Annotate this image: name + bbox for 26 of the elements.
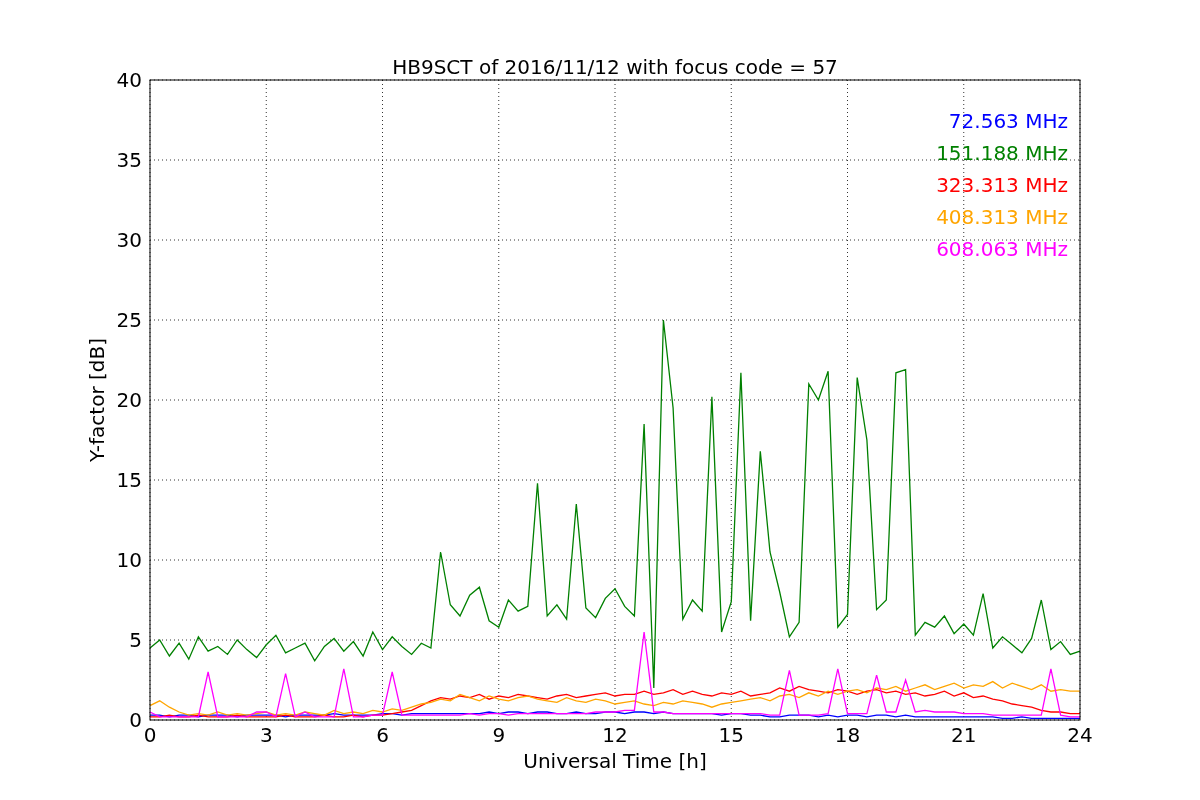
x-tick-label: 15 [718,723,744,747]
x-tick-label: 3 [259,723,273,747]
y-tick-label: 20 [116,388,142,412]
legend-entry: 323.313 MHz [936,173,1068,197]
legend-entry: 72.563 MHz [948,109,1068,133]
y-axis-label: Y-factor [dB] [85,338,109,462]
y-tick-label: 40 [116,68,142,92]
y-tick-label: 10 [116,548,142,572]
y-tick-label: 5 [129,628,142,652]
x-tick-label: 18 [834,723,861,747]
legend-entry: 151.188 MHz [936,141,1068,165]
y-tick-label: 35 [116,148,142,172]
chart-title: HB9SCT of 2016/11/12 with focus code = 57 [392,55,838,79]
legend-entry: 408.313 MHz [936,205,1068,229]
x-tick-label: 12 [602,723,628,747]
y-tick-label: 30 [116,228,142,252]
x-tick-label: 21 [951,723,977,747]
x-tick-label: 0 [143,723,157,747]
y-tick-label: 25 [116,308,142,332]
y-tick-label: 0 [129,708,142,732]
x-tick-label: 24 [1067,723,1093,747]
y-tick-label: 15 [116,468,142,492]
x-tick-label: 9 [492,723,506,747]
x-axis-label: Universal Time [h] [523,749,707,773]
x-tick-label: 6 [376,723,389,747]
legend-entry: 608.063 MHz [936,237,1068,261]
